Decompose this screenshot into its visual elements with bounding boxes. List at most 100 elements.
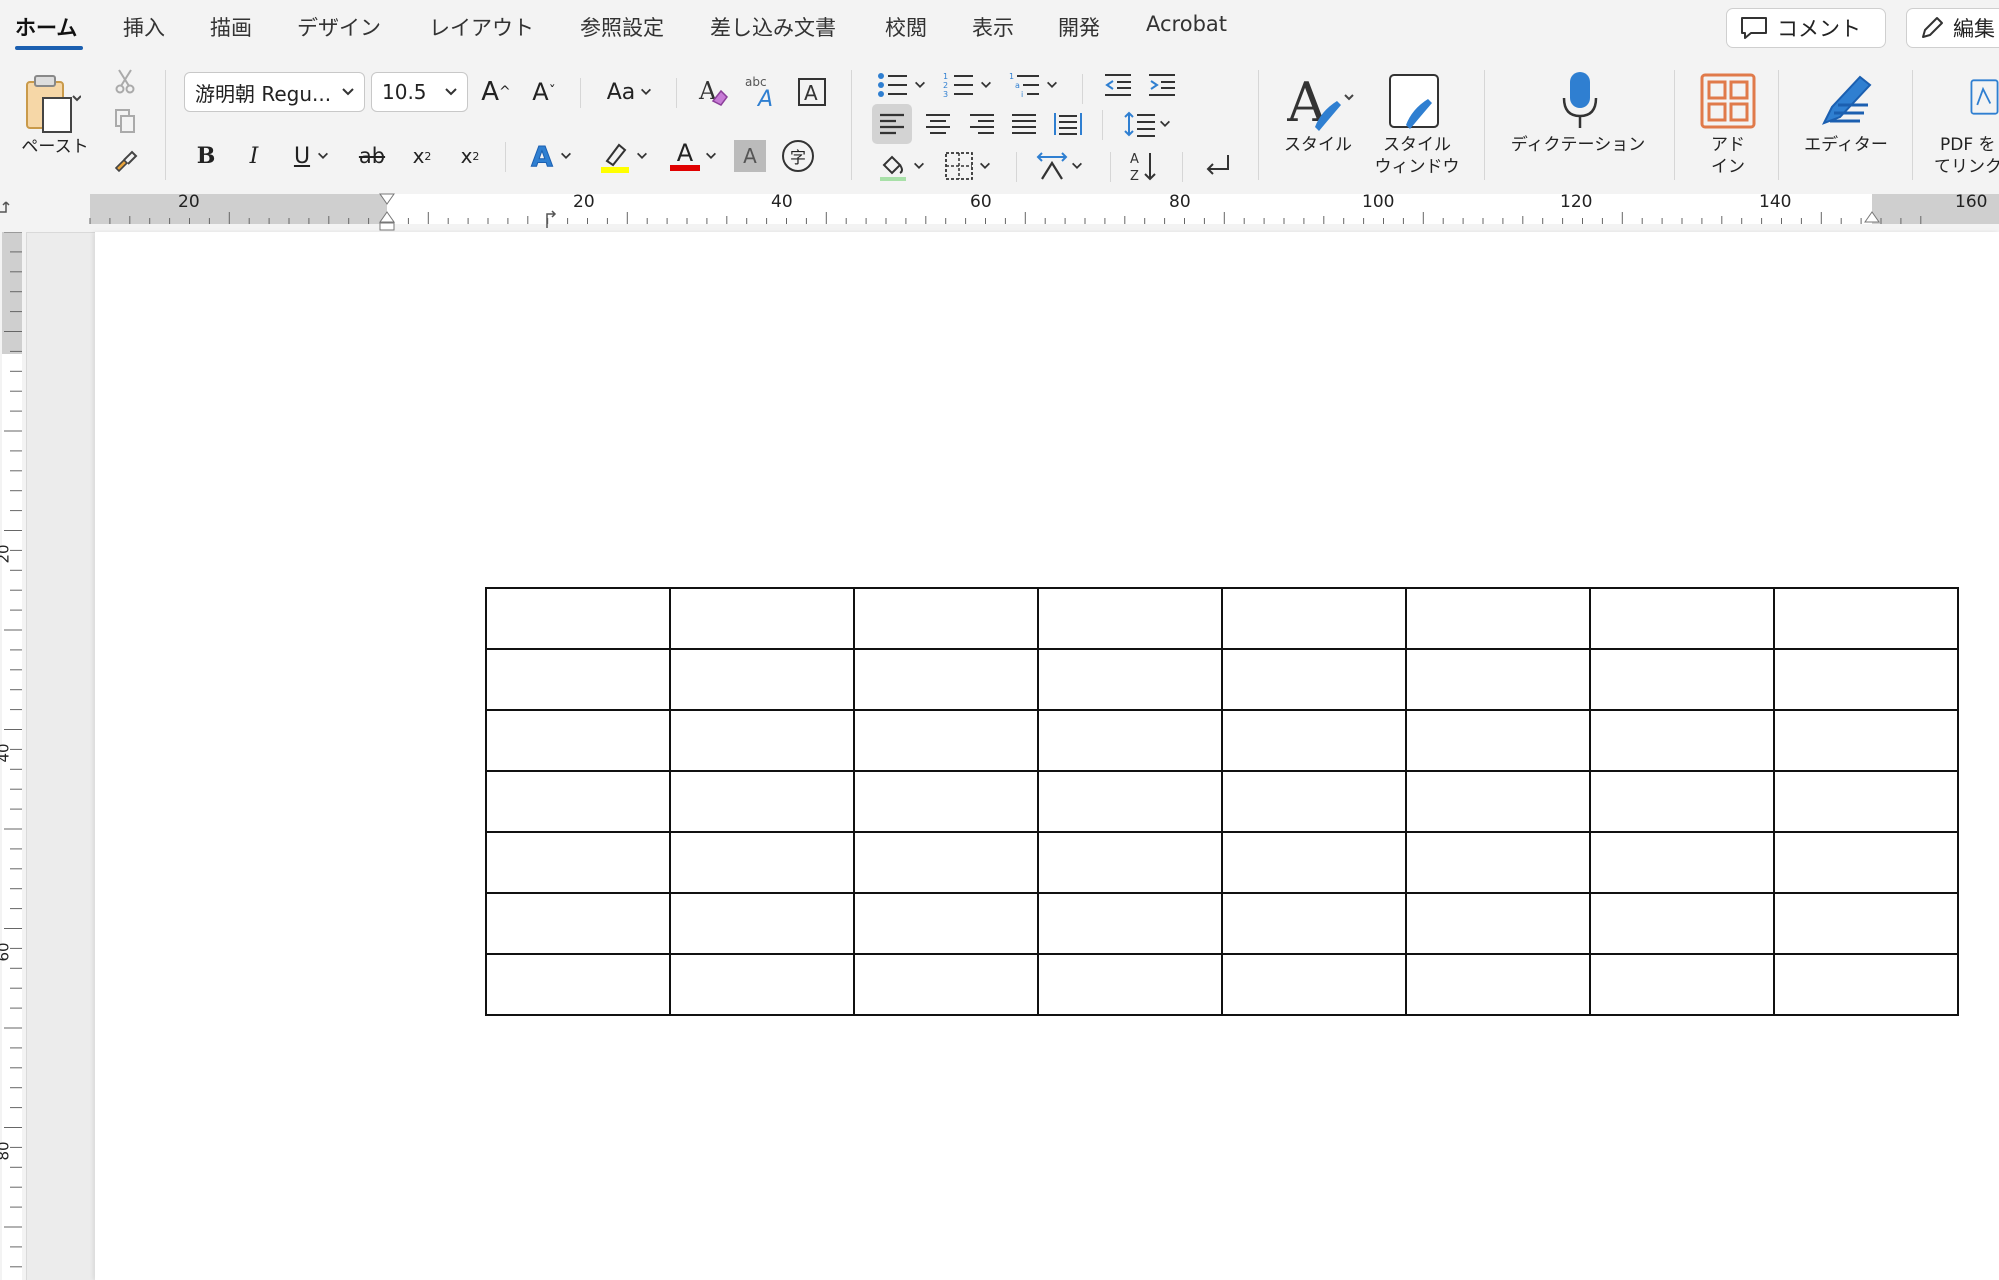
enclose-characters-button[interactable]: 字 [780,138,816,174]
table-cell[interactable] [1221,648,1407,711]
show-paragraph-marks-button[interactable] [1198,146,1238,186]
styles-gallery-button[interactable]: A [1280,68,1362,138]
table-cell[interactable] [1589,831,1775,894]
table-cell[interactable] [1773,892,1959,955]
table-cell[interactable] [853,709,1039,772]
table-cell[interactable] [485,770,671,833]
superscript-button[interactable]: x2 [452,136,488,176]
table-cell[interactable] [1405,770,1591,833]
table-cell[interactable] [485,831,671,894]
italic-button[interactable]: I [236,136,272,176]
clear-formatting-button[interactable]: A [694,72,734,112]
sort-button[interactable]: A Z [1124,146,1164,186]
justify-button[interactable] [1004,104,1044,144]
editor-button[interactable] [1810,68,1880,134]
table-cell[interactable] [853,587,1039,650]
numbering-button[interactable]: 123 [938,68,998,102]
table-cell[interactable] [1589,770,1775,833]
table-cell[interactable] [1773,648,1959,711]
table-cell[interactable] [669,648,855,711]
table-cell[interactable] [1221,892,1407,955]
table-cell[interactable] [1773,831,1959,894]
table-cell[interactable] [853,953,1039,1016]
table-cell[interactable] [1773,709,1959,772]
subscript-button[interactable]: x2 [404,136,440,176]
table-cell[interactable] [1221,587,1407,650]
table-cell[interactable] [669,953,855,1016]
create-pdf-button[interactable] [1970,72,1999,122]
table-cell[interactable] [1773,770,1959,833]
tab-draw[interactable]: 描画 [210,12,252,42]
left-indent-marker[interactable] [379,222,395,231]
table-cell[interactable] [1405,709,1591,772]
distributed-button[interactable] [1048,104,1088,144]
table-cell[interactable] [1037,587,1223,650]
table-cell[interactable] [1037,831,1223,894]
table-cell[interactable] [853,892,1039,955]
table-cell[interactable] [485,587,671,650]
table-cell[interactable] [669,831,855,894]
table-cell[interactable] [1405,831,1591,894]
table-cell[interactable] [1221,770,1407,833]
table-cell[interactable] [1037,892,1223,955]
tab-home[interactable]: ホーム [15,12,77,42]
table-cell[interactable] [1037,648,1223,711]
table-cell[interactable] [1037,953,1223,1016]
tab-selector-icon[interactable] [0,201,10,213]
table-cell[interactable] [853,770,1039,833]
table-cell[interactable] [853,648,1039,711]
font-color-button[interactable]: A [664,136,724,176]
dictation-button[interactable] [1540,66,1620,136]
text-effects-button[interactable]: A [522,136,582,176]
line-spacing-button[interactable] [1118,104,1178,144]
bold-button[interactable]: B [188,136,224,176]
strikethrough-button[interactable]: ab [352,136,392,176]
character-shading-button[interactable]: A [734,140,766,172]
table-cell[interactable] [1405,587,1591,650]
tab-design[interactable]: デザイン [297,12,381,42]
table-cell[interactable] [1589,953,1775,1016]
grow-font-button[interactable]: A ^ [478,72,514,112]
edit-button[interactable]: 編集 [1906,8,1999,48]
asian-layout-button[interactable] [1030,146,1090,186]
table-cell[interactable] [485,648,671,711]
highlight-color-button[interactable] [594,136,654,176]
copy-button[interactable] [110,106,140,136]
table-cell[interactable] [1037,709,1223,772]
vertical-ruler[interactable]: 20 40 60 80 [0,232,27,1280]
decrease-indent-button[interactable] [1100,68,1136,102]
table-cell[interactable] [1589,709,1775,772]
tab-view[interactable]: 表示 [972,12,1014,42]
table-cell[interactable] [1589,892,1775,955]
font-size-combo[interactable]: 10.5 [371,72,468,112]
tab-insert[interactable]: 挿入 [123,12,165,42]
table-cell[interactable] [1773,587,1959,650]
change-case-button[interactable]: Aa [598,72,662,112]
table-cell[interactable] [1221,831,1407,894]
table-cell[interactable] [485,953,671,1016]
table-cell[interactable] [1405,953,1591,1016]
align-left-button[interactable] [872,104,912,144]
underline-button[interactable]: U [284,136,340,176]
table-cell[interactable] [485,892,671,955]
addins-button[interactable] [1696,68,1760,134]
table-cell[interactable] [1589,648,1775,711]
shrink-font-button[interactable]: Aˇ [526,72,562,112]
document-page[interactable] [95,232,1999,1280]
table-cell[interactable] [1589,587,1775,650]
format-painter-button[interactable] [110,146,140,176]
table-cell[interactable] [1037,770,1223,833]
tab-mailings[interactable]: 差し込み文書 [710,12,836,42]
bullets-button[interactable] [872,68,932,102]
align-right-button[interactable] [962,104,1002,144]
style-pane-button[interactable] [1380,68,1452,138]
comment-button[interactable]: コメント [1726,8,1886,48]
shading-button[interactable] [872,146,932,186]
tab-review[interactable]: 校閲 [885,12,927,42]
table-cell[interactable] [669,892,855,955]
table-cell[interactable] [669,770,855,833]
tab-developer[interactable]: 開発 [1058,12,1100,42]
table-cell[interactable] [1221,953,1407,1016]
enclosed-char-box-button[interactable]: A [792,72,832,112]
table-cell[interactable] [853,831,1039,894]
